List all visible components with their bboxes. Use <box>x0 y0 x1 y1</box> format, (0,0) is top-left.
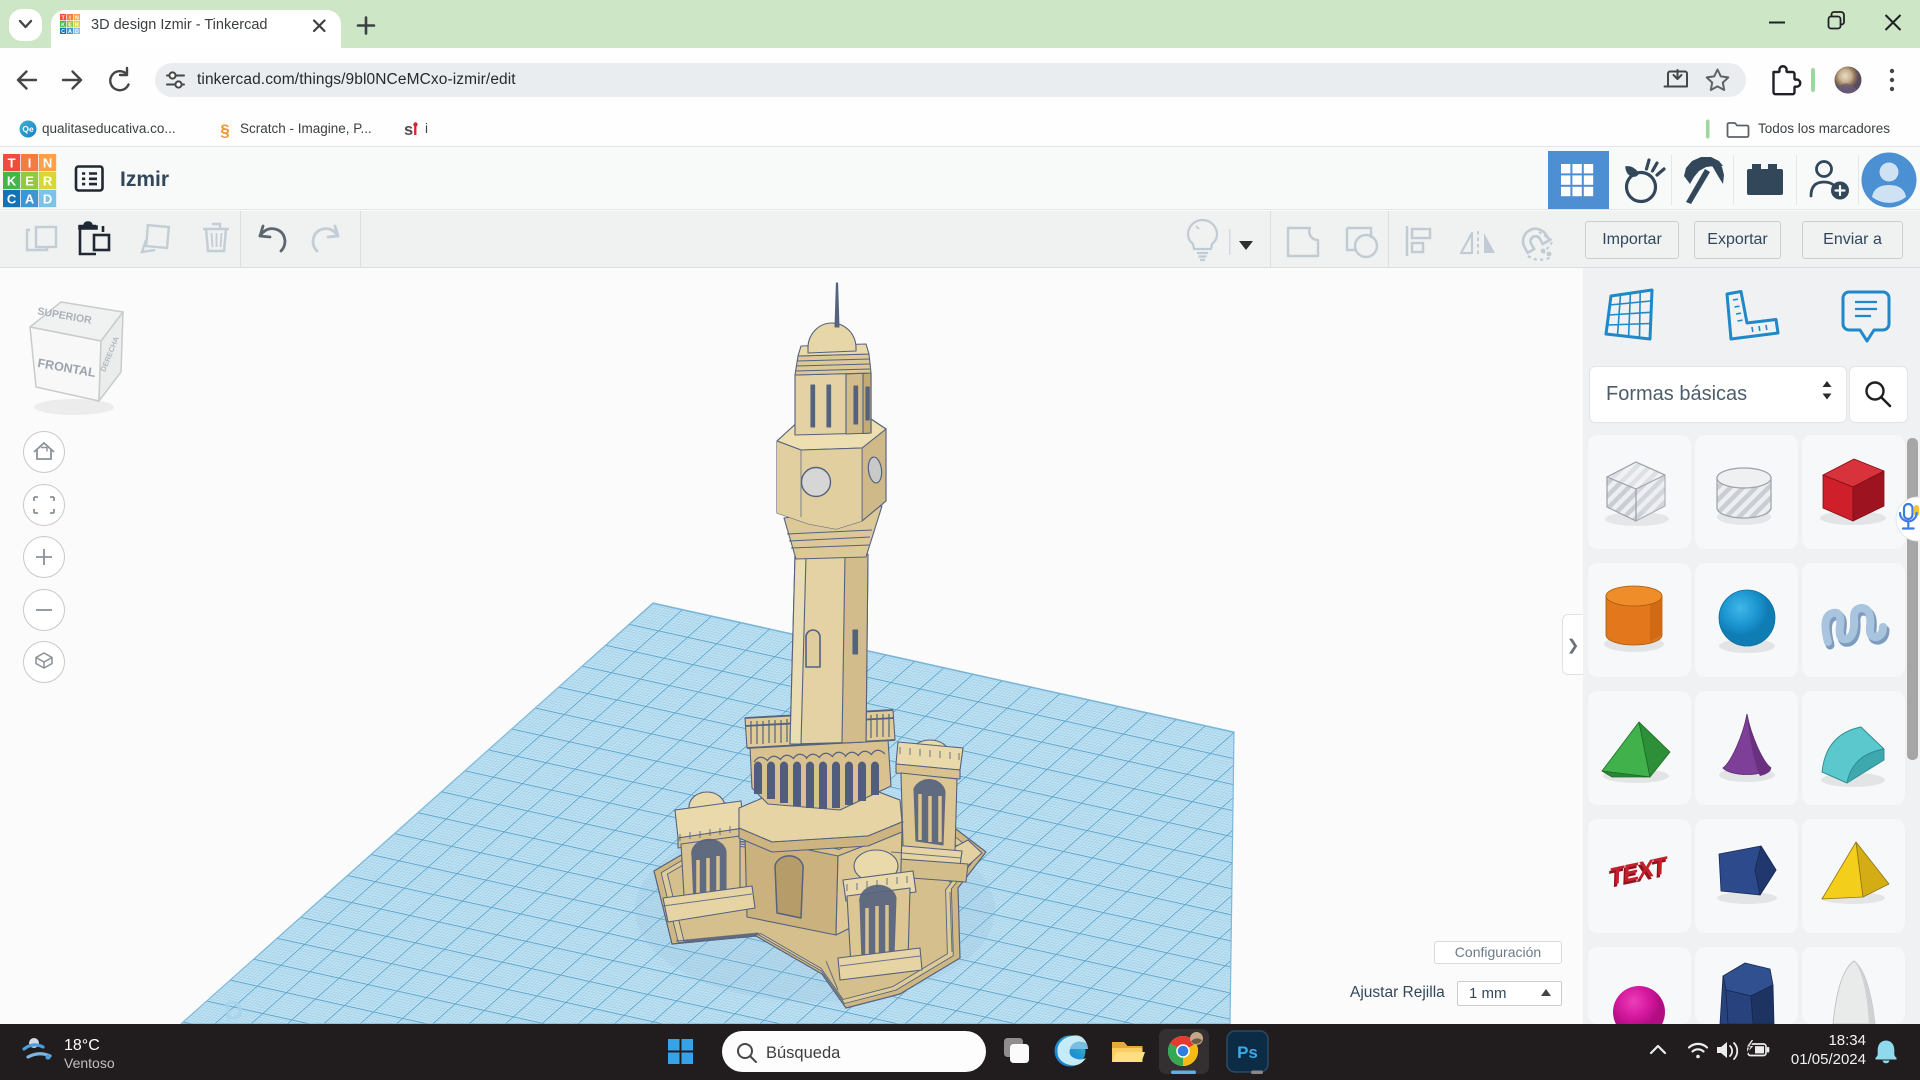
svg-text:01/05/2024: 01/05/2024 <box>1791 1051 1866 1068</box>
svg-text:I: I <box>28 155 32 170</box>
svg-text:Ps: Ps <box>1237 1043 1258 1062</box>
svg-text:E: E <box>25 173 34 188</box>
svg-text:N: N <box>75 15 79 21</box>
svg-text:R: R <box>75 22 79 28</box>
svg-text:18:34: 18:34 <box>1828 1032 1866 1049</box>
svg-text:K: K <box>61 22 65 28</box>
svg-text:A: A <box>68 29 72 35</box>
svg-text:E: E <box>68 22 72 28</box>
svg-text:C: C <box>61 29 65 35</box>
svg-text:R: R <box>43 173 53 188</box>
svg-text:§: § <box>220 121 229 140</box>
svg-text:D: D <box>223 995 244 1024</box>
svg-text:A: A <box>25 191 35 206</box>
svg-text:D: D <box>43 191 52 206</box>
svg-text:D: D <box>75 29 79 35</box>
svg-text:N: N <box>43 155 52 170</box>
svg-text:s: s <box>404 121 413 139</box>
svg-text:K: K <box>7 173 17 188</box>
svg-text:Ventoso: Ventoso <box>64 1055 115 1071</box>
svg-text:Búsqueda: Búsqueda <box>766 1044 841 1062</box>
svg-text:T: T <box>8 155 16 170</box>
svg-text:Qe: Qe <box>22 124 34 134</box>
svg-text:18°C: 18°C <box>64 1037 100 1054</box>
svg-text:C: C <box>7 191 17 206</box>
